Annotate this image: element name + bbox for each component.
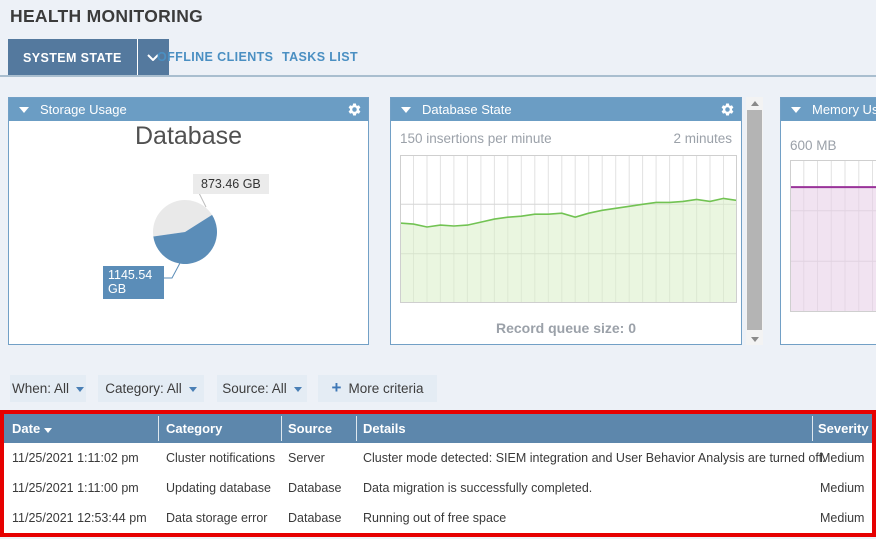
collapse-chevron-icon[interactable] xyxy=(19,107,29,113)
more-criteria-button[interactable]: + More criteria xyxy=(318,375,437,402)
filter-category-label: Category: All xyxy=(105,381,182,396)
cell-source: Server xyxy=(288,443,325,473)
chevron-down-icon xyxy=(76,387,84,392)
cell-source: Database xyxy=(288,473,342,503)
storage-chart-title: Database xyxy=(9,122,368,151)
chevron-down-icon xyxy=(294,387,302,392)
more-criteria-label: More criteria xyxy=(348,381,423,396)
sort-descending-icon xyxy=(44,428,52,433)
chevron-down-icon xyxy=(189,387,197,392)
storage-usage-panel: Storage Usage Database 873.46 GB 1145.54… xyxy=(8,97,369,345)
gear-icon[interactable] xyxy=(720,102,735,117)
scroll-down-icon xyxy=(751,337,759,342)
scrollbar-thumb[interactable] xyxy=(747,110,762,330)
filter-when[interactable]: When: All xyxy=(10,375,86,402)
database-state-panel: Database State 150 insertions per minute… xyxy=(390,97,742,345)
memory-usage-chart xyxy=(790,160,876,312)
pie-used-space-label: 1145.54 GB xyxy=(103,266,164,299)
storage-pie-chart xyxy=(152,199,218,265)
column-divider xyxy=(812,416,813,441)
page-title: HEALTH MONITORING xyxy=(10,6,203,27)
memory-usage-panel: Memory Usage 600 MB xyxy=(780,97,876,345)
cell-category: Updating database xyxy=(166,473,271,503)
table-row[interactable]: 11/25/2021 1:11:02 pm Cluster notificati… xyxy=(4,443,872,473)
tab-bar-underline xyxy=(0,75,876,77)
database-insertions-chart xyxy=(400,155,737,303)
tab-system-state[interactable]: SYSTEM STATE xyxy=(8,39,169,76)
tab-system-state-label: SYSTEM STATE xyxy=(8,39,137,76)
cell-date: 11/25/2021 12:53:44 pm xyxy=(12,503,147,533)
cell-source: Database xyxy=(288,503,342,533)
cell-details: Cluster mode detected: SIEM integration … xyxy=(363,443,826,473)
table-row[interactable]: 11/25/2021 1:11:00 pm Updating database … xyxy=(4,473,872,503)
insertions-rate-label: 150 insertions per minute xyxy=(400,131,552,146)
column-header-details[interactable]: Details xyxy=(363,414,406,443)
cell-severity: Medium xyxy=(820,443,864,473)
table-row[interactable]: 11/25/2021 12:53:44 pm Data storage erro… xyxy=(4,503,872,533)
memory-usage-panel-title: Memory Usage xyxy=(812,102,876,117)
column-divider xyxy=(281,416,282,441)
events-table-header: Date Category Source Details Severity xyxy=(4,414,872,443)
column-header-source[interactable]: Source xyxy=(288,414,332,443)
scroll-down-button[interactable] xyxy=(746,333,763,345)
column-header-severity[interactable]: Severity xyxy=(818,414,869,443)
filter-source[interactable]: Source: All xyxy=(217,375,307,402)
time-window-label: 2 minutes xyxy=(673,131,732,146)
filter-category[interactable]: Category: All xyxy=(98,375,204,402)
cell-category: Data storage error xyxy=(166,503,267,533)
widgets-scrollbar[interactable] xyxy=(746,97,763,345)
column-divider xyxy=(158,416,159,441)
health-monitoring-screen: HEALTH MONITORING SYSTEM STATE OFFLINE C… xyxy=(0,0,876,539)
cell-severity: Medium xyxy=(820,473,864,503)
collapse-chevron-icon[interactable] xyxy=(791,107,801,113)
database-state-panel-header[interactable]: Database State xyxy=(391,98,741,121)
collapse-chevron-icon[interactable] xyxy=(401,107,411,113)
cell-severity: Medium xyxy=(820,503,864,533)
filter-when-label: When: All xyxy=(12,381,69,396)
cell-details: Data migration is successfully completed… xyxy=(363,473,592,503)
memory-max-label: 600 MB xyxy=(790,138,837,153)
record-queue-label: Record queue size: 0 xyxy=(391,320,741,336)
storage-usage-panel-header[interactable]: Storage Usage xyxy=(9,98,368,121)
scroll-up-button[interactable] xyxy=(746,97,763,109)
cell-details: Running out of free space xyxy=(363,503,506,533)
events-table: Date Category Source Details Severity 11… xyxy=(0,410,876,537)
column-divider xyxy=(356,416,357,441)
gear-icon[interactable] xyxy=(347,102,362,117)
cell-date: 11/25/2021 1:11:00 pm xyxy=(12,473,139,503)
column-header-category[interactable]: Category xyxy=(166,414,222,443)
column-header-date[interactable]: Date xyxy=(12,414,52,443)
filter-source-label: Source: All xyxy=(222,381,287,396)
pie-free-space-label: 873.46 GB xyxy=(193,174,269,194)
tab-offline-clients[interactable]: OFFLINE CLIENTS xyxy=(157,39,273,76)
plus-icon: + xyxy=(332,379,342,396)
database-state-panel-title: Database State xyxy=(422,102,512,117)
memory-usage-panel-header[interactable]: Memory Usage xyxy=(781,98,876,121)
scroll-up-icon xyxy=(751,101,759,106)
tab-tasks-list[interactable]: TASKS LIST xyxy=(282,39,358,76)
cell-category: Cluster notifications xyxy=(166,443,275,473)
storage-usage-panel-title: Storage Usage xyxy=(40,102,127,117)
cell-date: 11/25/2021 1:11:02 pm xyxy=(12,443,139,473)
